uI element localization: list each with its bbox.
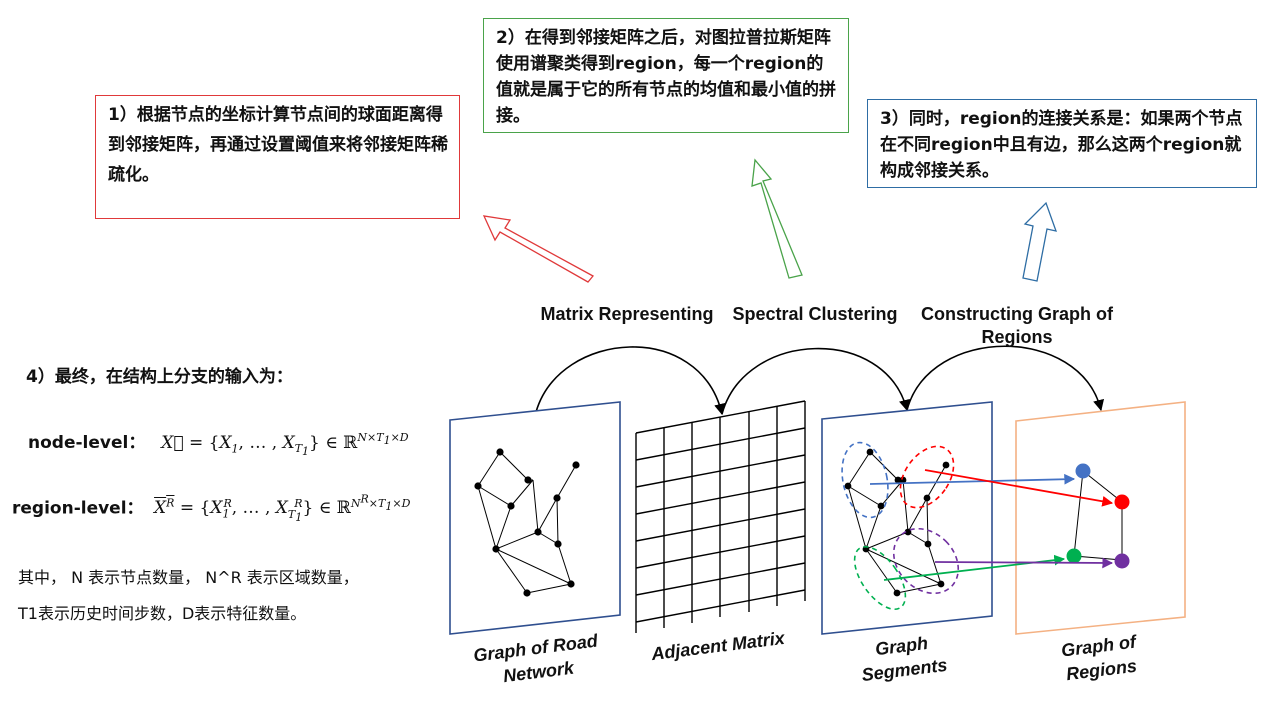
road-network-panel <box>449 401 621 635</box>
region-node-red <box>1114 494 1130 510</box>
curve-arrow-spectral-clustering <box>721 347 910 415</box>
graph-of-regions-panel <box>1015 401 1186 635</box>
node-level-formula: node-level： X⃗ = {X1, … , XT1} ∈ ℝN×T1×D <box>28 431 409 459</box>
arrow-to-note-2 <box>751 158 803 279</box>
step-label-matrix-representing: Matrix Representing <box>540 304 714 324</box>
explanation-line-1: 其中， N 表示节点数量， N^R 表示区域数量， <box>18 568 359 587</box>
region-level-formula: region-level： XR = {X1R, … , XT1R} ∈ ℝNR… <box>12 492 411 524</box>
step-label-spectral-clustering: Spectral Clustering <box>732 304 898 324</box>
final-input-title: 4）最终，在结构上分支的输入为： <box>26 367 293 387</box>
adjacent-matrix-grid <box>635 400 806 633</box>
graph-segments-panel <box>821 401 993 635</box>
region-node-purple <box>1114 553 1130 569</box>
arrow-to-note-3 <box>1022 201 1058 282</box>
explanation-line-2: T1表示历史时间步数，D表示特征数量。 <box>18 604 307 623</box>
curve-arrow-constructing-graph <box>906 345 1105 412</box>
pipeline-diagram <box>449 158 1186 635</box>
region-level-label: region-level： <box>12 498 144 519</box>
region-node-blue <box>1075 463 1091 479</box>
region-node-green <box>1066 548 1082 564</box>
step-label-constructing-graph: Constructing Graph of Regions <box>921 304 1113 347</box>
map-arrow-purple <box>934 557 1114 569</box>
node-level-label: node-level： <box>28 433 146 453</box>
curve-arrow-matrix-representing <box>535 346 726 416</box>
arrow-to-note-1 <box>482 215 595 283</box>
